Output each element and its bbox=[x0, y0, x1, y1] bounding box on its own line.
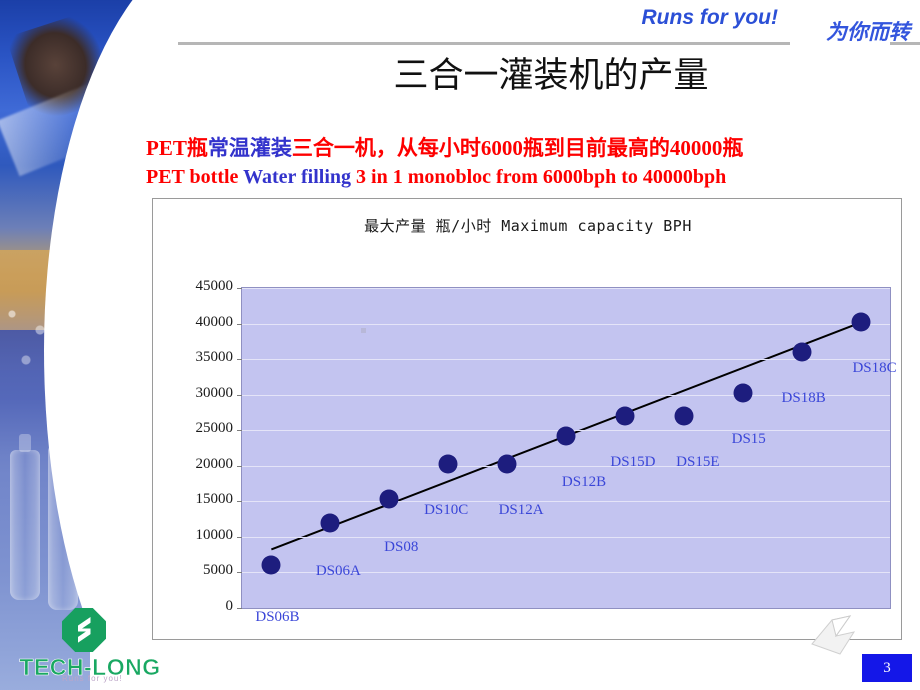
y-axis-tick bbox=[237, 572, 242, 574]
y-axis-tick bbox=[237, 465, 242, 467]
chart-data-point bbox=[438, 454, 458, 474]
chart-gridline bbox=[242, 288, 890, 289]
chart-gridline bbox=[242, 536, 890, 538]
chart-data-point bbox=[556, 426, 576, 446]
chart-title: 最大产量 瓶/小时 Maximum capacity BPH bbox=[364, 217, 692, 235]
chart-data-point bbox=[674, 406, 694, 426]
chart-data-point bbox=[320, 513, 340, 533]
subtitle-run-1: Water filling bbox=[243, 166, 357, 188]
chart-point-label: DS10C bbox=[424, 502, 469, 519]
chart-point-label: DS15 bbox=[731, 431, 766, 448]
chart-point-label: DS06A bbox=[315, 562, 361, 579]
y-axis-tick bbox=[237, 430, 242, 432]
y-axis-tick-label: 45000 bbox=[195, 278, 234, 294]
y-axis-tick bbox=[237, 501, 242, 503]
chart-point-label: DS15E bbox=[676, 454, 720, 470]
chart-data-point bbox=[497, 454, 517, 474]
subtitle-run-2: 3 in 1 monobloc from 6000bph to 40000bph bbox=[356, 166, 727, 188]
y-axis-tick bbox=[237, 288, 242, 289]
chart-data-point bbox=[851, 312, 871, 332]
logo-tagline: Runs for you! bbox=[62, 674, 123, 683]
y-axis-tick-label: 15000 bbox=[195, 491, 234, 508]
chart-point-label: DS15D bbox=[610, 454, 656, 470]
chart-plot-area: DS06B DS06A DS08 DS10C DS12A DS12B DS15D DS15E D… bbox=[237, 287, 897, 625]
slide-subtitle: PET瓶常温灌装三合一机，从每小时6000瓶到目前最高的40000瓶 PET b… bbox=[146, 134, 916, 192]
chart-point-label: DS08 bbox=[384, 539, 419, 556]
chart-point-label: DS12A bbox=[498, 502, 544, 519]
chart-gridline bbox=[242, 465, 890, 467]
y-axis-tick-label: 0 bbox=[225, 598, 234, 614]
chart-gridline bbox=[242, 359, 890, 361]
subtitle-line-en: PET bottle Water filling 3 in 1 monobloc… bbox=[146, 163, 916, 192]
y-axis-tick-label: 5000 bbox=[203, 562, 233, 579]
chart-data-point bbox=[379, 489, 399, 509]
y-axis-tick-label: 40000 bbox=[195, 313, 234, 330]
header-divider-left bbox=[178, 42, 790, 45]
subtitle-run-0: PET bottle bbox=[146, 166, 244, 188]
chart-container: 最大产量 瓶/小时 Maximum capacity BPH 45000 4000… bbox=[152, 198, 902, 640]
trendline bbox=[271, 322, 860, 551]
band-bottle bbox=[10, 434, 40, 600]
y-axis-tick bbox=[237, 394, 242, 396]
chart-data-point bbox=[733, 383, 753, 403]
subtitle-line-cn: PET瓶常温灌装三合一机，从每小时6000瓶到目前最高的40000瓶 bbox=[146, 134, 916, 163]
chart-point-label: DS12B bbox=[561, 473, 607, 490]
subtitle-run-2: 三合一机，从每小时6000瓶到目前最高的40000瓶 bbox=[291, 136, 744, 160]
y-axis-tick-label: 35000 bbox=[195, 349, 234, 366]
header-tagline-en: Runs for you! bbox=[641, 6, 779, 29]
y-axis-tick-label: 30000 bbox=[195, 384, 234, 401]
slide-header: Runs for you! 为你而转 bbox=[178, 0, 920, 50]
stray-speck bbox=[361, 328, 366, 333]
y-axis-labels: 45000 40000 35000 30000 25000 20000 15000 10000… bbox=[163, 278, 234, 614]
chart-gridline bbox=[242, 501, 890, 503]
y-axis-tick bbox=[237, 536, 242, 538]
subtitle-run-0: PET瓶 bbox=[146, 136, 208, 160]
y-axis-tick-label: 20000 bbox=[195, 455, 234, 472]
chart-data-point bbox=[792, 342, 812, 362]
y-axis-tick bbox=[237, 359, 242, 361]
chart-point-label: DS18C bbox=[852, 360, 897, 377]
y-axis-tick bbox=[237, 323, 242, 325]
chart-point-label: DS18B bbox=[781, 390, 826, 406]
y-axis-tick bbox=[237, 608, 242, 609]
y-axis-tick-label: 25000 bbox=[195, 420, 234, 437]
chart-point-label: DS06B bbox=[255, 609, 300, 626]
company-logo: TECH-LONG Runs for you! bbox=[10, 608, 170, 683]
chart-data-point bbox=[261, 555, 281, 575]
y-axis-tick-label: 10000 bbox=[195, 526, 234, 543]
slide-title: 三合一灌装机的产量 bbox=[393, 56, 709, 95]
subtitle-run-1: 常温灌装 bbox=[207, 136, 292, 160]
header-divider-right bbox=[890, 42, 920, 45]
chart-gridline bbox=[242, 323, 890, 325]
corner-fold-decoration bbox=[811, 615, 856, 655]
page-number-badge: 3 bbox=[862, 654, 912, 682]
techlong-mark-icon bbox=[62, 608, 106, 652]
chart-data-point bbox=[615, 406, 635, 426]
